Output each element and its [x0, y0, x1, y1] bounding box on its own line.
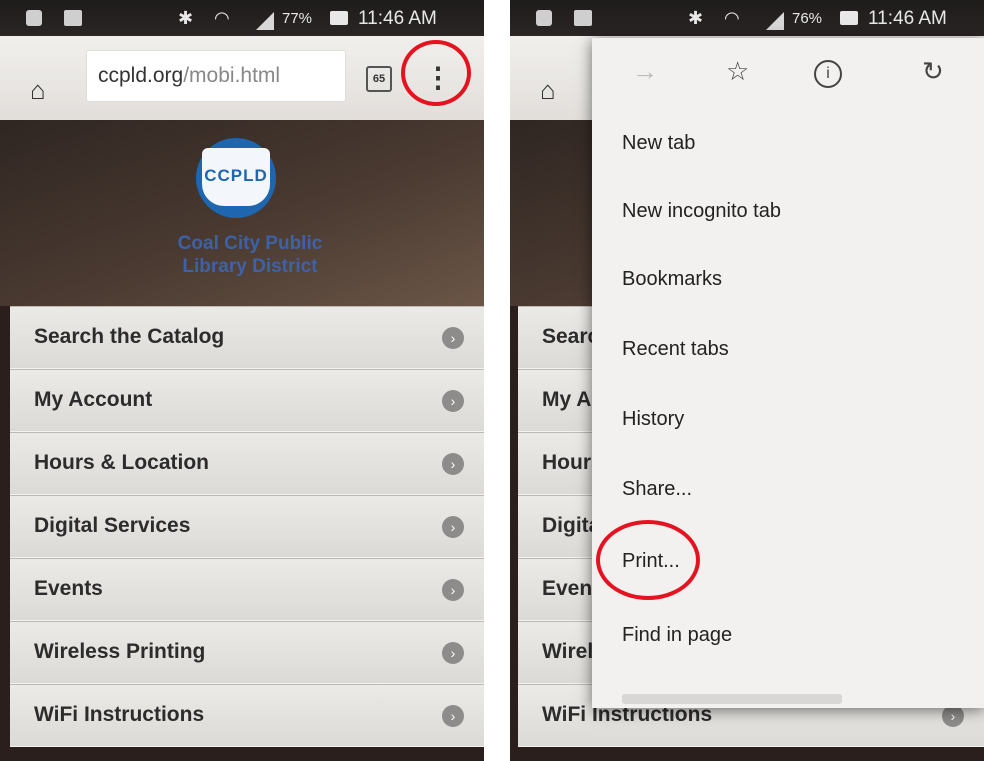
menu-item-digital-services[interactable]: Digital Services ›	[10, 495, 484, 558]
library-name: Coal City Public Library District	[150, 232, 350, 278]
more-options-icon[interactable]: ⋮	[424, 58, 452, 98]
home-icon[interactable]: ⌂	[540, 77, 564, 103]
menu-item-label: Hours & Location	[34, 451, 210, 474]
menu-item-label: Search the Catalog	[34, 325, 225, 348]
chevron-right-icon: ›	[442, 705, 464, 727]
battery-icon	[330, 11, 348, 25]
signal-icon	[766, 12, 784, 30]
menu-item-hours-location[interactable]: Hours & Location ›	[10, 432, 484, 495]
menu-item-wifi-instructions[interactable]: WiFi Instructions ›	[10, 684, 484, 747]
menu-item-label: Wireless Printing	[34, 640, 206, 663]
reload-icon[interactable]: ↻	[922, 56, 944, 87]
menu-item-label: My Account	[34, 388, 153, 411]
site-menu: Search the Catalog › My Account › Hours …	[10, 306, 484, 747]
url-field[interactable]: ccpld.org/mobi.html	[86, 50, 346, 102]
clipboard-icon	[574, 10, 592, 26]
site-header: CCPLD Coal City Public Library District	[0, 120, 484, 306]
browser-toolbar: ⌂ ccpld.org/mobi.html 65 ⋮	[0, 36, 484, 120]
wifi-icon: ◠	[214, 8, 230, 28]
phone-screenshot-left: ✱ ◠ 77% 11:46 AM ⌂ ccpld.org/mobi.html 6…	[0, 0, 484, 761]
menu-item-print[interactable]: Print...	[622, 550, 680, 573]
tab-switcher-button[interactable]: 65	[366, 66, 392, 92]
menu-item-events[interactable]: Events ›	[10, 558, 484, 621]
menu-item-my-account[interactable]: My Account ›	[10, 369, 484, 432]
menu-item-history[interactable]: History	[622, 408, 684, 431]
chevron-right-icon: ›	[442, 327, 464, 349]
chevron-right-icon: ›	[442, 642, 464, 664]
star-icon[interactable]: ☆	[726, 56, 749, 87]
menu-item-recent-tabs[interactable]: Recent tabs	[622, 338, 729, 361]
forward-icon[interactable]: →	[632, 56, 658, 87]
logo-text: CCPLD	[204, 166, 268, 185]
chevron-right-icon: ›	[442, 453, 464, 475]
signal-icon	[256, 12, 274, 30]
home-icon[interactable]: ⌂	[30, 77, 54, 103]
library-name-line2: Library District	[182, 256, 318, 277]
clock: 11:46 AM	[868, 8, 947, 29]
menu-icon-row: → ☆ i ↻	[592, 38, 984, 112]
browser-overflow-menu: → ☆ i ↻ New tab New incognito tab Bookma…	[592, 38, 984, 708]
bluetooth-icon: ✱	[178, 8, 194, 28]
battery-percent: 76%	[792, 10, 823, 27]
menu-item-label: Event	[542, 577, 600, 600]
menu-item-label: WiFi Instructions	[34, 703, 205, 726]
wifi-icon: ◠	[724, 8, 740, 28]
menu-item-label: Digital Services	[34, 514, 191, 537]
menu-item-label: Searc	[542, 325, 600, 348]
chevron-right-icon: ›	[442, 579, 464, 601]
menu-item-new-tab[interactable]: New tab	[622, 132, 695, 155]
notification-icon	[536, 10, 552, 26]
library-logo: CCPLD	[196, 138, 276, 218]
menu-item-wireless-printing[interactable]: Wireless Printing ›	[10, 621, 484, 684]
menu-item-share[interactable]: Share...	[622, 478, 692, 501]
status-bar: ✱ ◠ 76% 11:46 AM	[510, 0, 984, 36]
clipboard-icon	[64, 10, 82, 26]
status-bar: ✱ ◠ 77% 11:46 AM	[0, 0, 484, 36]
library-name-line1: Coal City Public	[177, 233, 323, 254]
chevron-right-icon: ›	[442, 516, 464, 538]
battery-icon	[840, 11, 858, 25]
phone-screenshot-right: ✱ ◠ 76% 11:46 AM ⌂ Searc My Ac Hours Dig…	[510, 0, 984, 761]
menu-item-new-incognito-tab[interactable]: New incognito tab	[622, 200, 781, 223]
chevron-right-icon: ›	[442, 390, 464, 412]
notification-icon	[26, 10, 42, 26]
url-path: /mobi.html	[183, 64, 281, 87]
menu-item-label: Events	[34, 577, 103, 600]
menu-item-partially-hidden	[622, 694, 842, 704]
menu-item-find-in-page[interactable]: Find in page	[622, 624, 732, 647]
book-icon: CCPLD	[202, 148, 270, 206]
chevron-right-icon: ›	[942, 705, 964, 727]
info-icon[interactable]: i	[814, 60, 842, 88]
battery-percent: 77%	[282, 10, 313, 27]
bluetooth-icon: ✱	[688, 8, 704, 28]
menu-item-search-catalog[interactable]: Search the Catalog ›	[10, 306, 484, 369]
clock: 11:46 AM	[358, 8, 437, 29]
url-domain: ccpld.org	[98, 64, 184, 87]
menu-item-bookmarks[interactable]: Bookmarks	[622, 268, 722, 291]
